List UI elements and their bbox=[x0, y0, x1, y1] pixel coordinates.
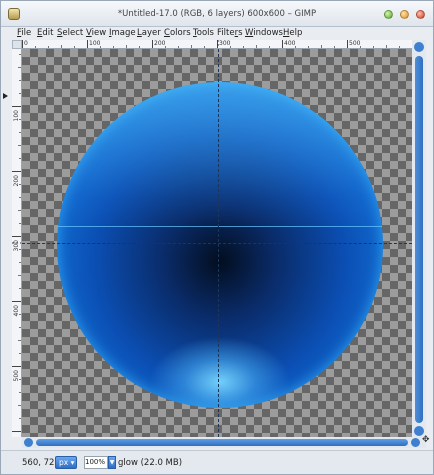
ruler-label: 300 bbox=[219, 40, 231, 47]
maximize-icon[interactable] bbox=[400, 10, 409, 19]
ruler-label: 400 bbox=[284, 40, 296, 47]
ruler-label: 400 bbox=[13, 305, 20, 317]
menu-layer[interactable]: Layer bbox=[137, 28, 161, 38]
pointer-coordinates: 560, 72 bbox=[22, 458, 55, 468]
scroll-left-icon[interactable] bbox=[24, 438, 33, 447]
ruler-label: 0 bbox=[24, 40, 28, 47]
scroll-up-icon[interactable] bbox=[414, 42, 424, 52]
minimize-icon[interactable] bbox=[384, 10, 393, 19]
vertical-scroll-thumb[interactable] bbox=[415, 56, 423, 423]
menu-colors[interactable]: Colors bbox=[164, 28, 191, 38]
ruler-label: 100 bbox=[13, 110, 20, 122]
navigate-icon[interactable]: ✥ bbox=[422, 435, 432, 447]
ruler-label: 100 bbox=[89, 40, 101, 47]
scroll-right-icon[interactable] bbox=[411, 438, 420, 447]
sphere-gloss-highlight bbox=[57, 82, 383, 227]
menu-file[interactable]: File bbox=[17, 28, 31, 38]
ruler-corner[interactable] bbox=[12, 40, 22, 49]
menu-image[interactable]: Image bbox=[109, 28, 136, 38]
ruler-label: 200 bbox=[154, 40, 166, 47]
ruler-label: 500 bbox=[349, 40, 361, 47]
horizontal-ruler[interactable]: 0 100 200 300 400 500 bbox=[22, 40, 412, 49]
vertical-scrollbar[interactable] bbox=[412, 40, 426, 437]
ruler-label: 200 bbox=[13, 175, 20, 187]
menu-tools[interactable]: Tools bbox=[193, 28, 214, 38]
close-icon[interactable] bbox=[416, 10, 425, 19]
unit-selector[interactable]: px ▾ bbox=[55, 456, 77, 469]
status-bar: 560, 72 px ▾ 100% ▼ glow (22.0 MB) bbox=[1, 450, 433, 474]
ruler-label: 500 bbox=[13, 370, 20, 382]
zoom-input[interactable]: 100% bbox=[84, 456, 108, 469]
gimp-image-window: *Untitled-17.0 (RGB, 6 layers) 600x600 –… bbox=[0, 0, 434, 475]
menu-bar: File Edit Select View Image Layer Colors… bbox=[1, 27, 433, 40]
menu-edit[interactable]: Edit bbox=[37, 28, 53, 38]
horizontal-guide[interactable] bbox=[22, 243, 412, 244]
blue-glow-sphere bbox=[57, 82, 383, 408]
horizontal-scrollbar[interactable] bbox=[22, 437, 426, 448]
ruler-label: 300 bbox=[13, 240, 20, 252]
chevron-down-icon[interactable]: ▼ bbox=[108, 456, 116, 469]
title-bar[interactable]: *Untitled-17.0 (RGB, 6 layers) 600x600 –… bbox=[1, 1, 433, 27]
menu-help[interactable]: Help bbox=[283, 28, 302, 38]
vertical-ruler[interactable]: 100 200 300 400 500 bbox=[12, 49, 22, 437]
unit-value: px bbox=[59, 458, 69, 467]
menu-filters[interactable]: Filters bbox=[217, 28, 243, 38]
quick-mask-marker-icon[interactable] bbox=[3, 93, 8, 99]
menu-view[interactable]: View bbox=[86, 28, 106, 38]
menu-windows[interactable]: Windows bbox=[245, 28, 283, 38]
status-message: glow (22.0 MB) bbox=[118, 458, 183, 468]
menu-select[interactable]: Select bbox=[57, 28, 83, 38]
canvas-viewport[interactable] bbox=[22, 49, 412, 437]
window-title: *Untitled-17.0 (RGB, 6 layers) 600x600 –… bbox=[117, 9, 317, 19]
horizontal-scroll-thumb[interactable] bbox=[36, 439, 408, 446]
